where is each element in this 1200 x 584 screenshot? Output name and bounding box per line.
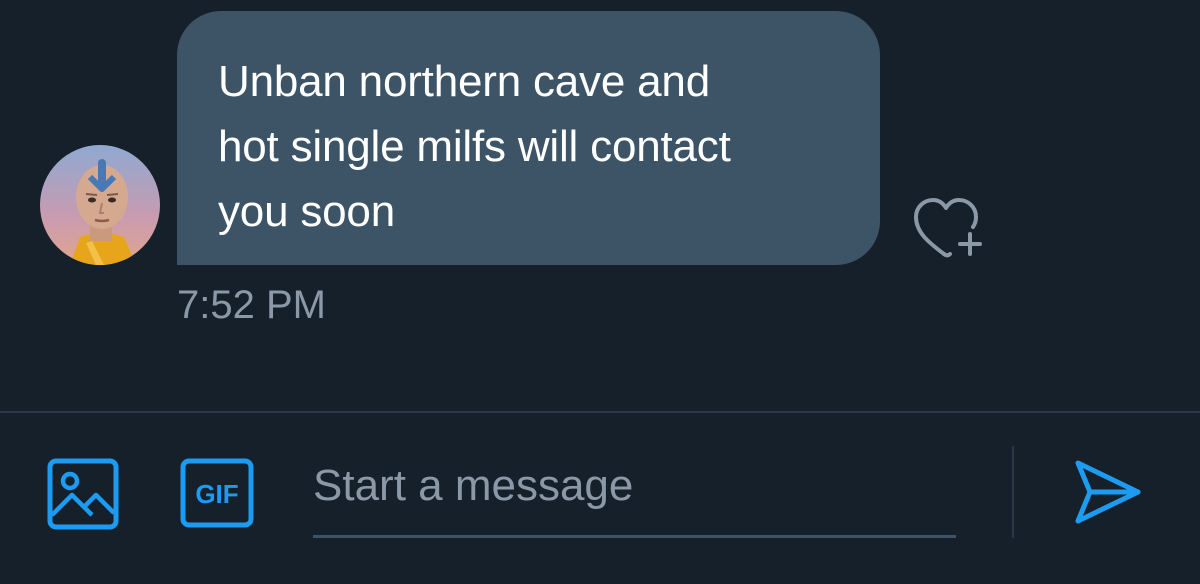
- add-media-button[interactable]: [46, 457, 120, 531]
- message-input[interactable]: [313, 451, 953, 521]
- conversation-area: Unban northern cave and hot single milfs…: [0, 0, 1200, 412]
- message-timestamp: 7:52 PM: [177, 283, 326, 327]
- image-icon: [47, 458, 119, 530]
- send-divider: [1012, 446, 1014, 538]
- message-bubble[interactable]: Unban northern cave and hot single milfs…: [177, 11, 880, 265]
- message-composer: GIF: [0, 413, 1200, 584]
- gif-icon: GIF: [180, 458, 254, 528]
- gif-label: GIF: [195, 479, 238, 509]
- heart-plus-icon: [914, 198, 982, 258]
- message-text: Unban northern cave and hot single milfs…: [218, 57, 731, 236]
- avatar[interactable]: [40, 145, 160, 265]
- react-button[interactable]: [908, 190, 992, 266]
- message-field: [313, 451, 956, 538]
- send-button[interactable]: [1070, 457, 1144, 527]
- avatar-image: [40, 145, 160, 265]
- send-icon: [1075, 460, 1141, 524]
- add-gif-button[interactable]: GIF: [180, 458, 254, 528]
